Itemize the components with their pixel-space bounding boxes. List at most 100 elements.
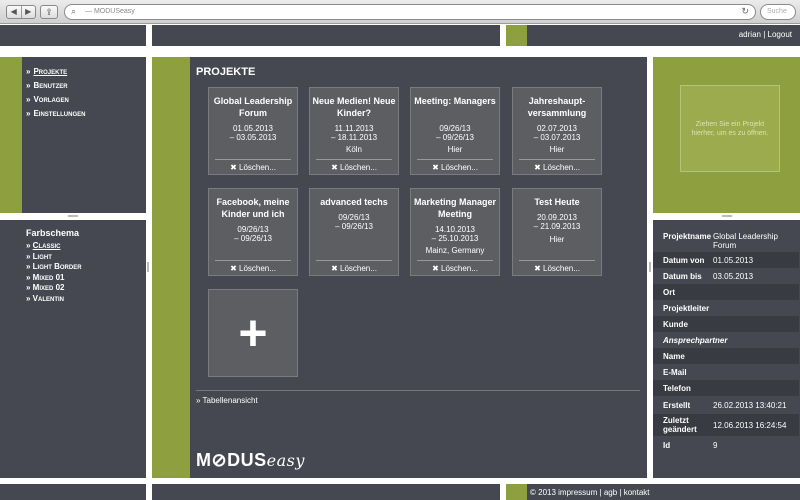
detail-row-name: Name [653,348,799,364]
center-accent-strip [152,57,190,478]
project-card[interactable]: Marketing Manager Meeting 14.10.2013 – 2… [410,188,500,276]
delete-project-button[interactable]: ✖ Löschen... [209,264,297,273]
project-title: Marketing Manager Meeting [413,197,497,219]
resize-handle-right[interactable] [649,262,651,272]
top-right-panel: adrian | Logout [527,25,800,46]
scheme-label: Valentin [32,293,65,303]
detail-row-ansprechpartner: Ansprechpartner [653,332,799,348]
address-bar[interactable]: ⌕ — MODUSeasy ↻ [64,4,756,20]
scheme-label: Light [32,251,52,261]
detail-value: 26.02.2013 13:40:21 [713,400,787,410]
menu-item-vorlagen[interactable]: » Vorlagen [26,93,85,107]
project-end-date: – 25.10.2013 [431,234,479,243]
resize-handle[interactable] [722,215,732,217]
project-end-date: – 03.05.2013 [229,133,277,142]
scheme-label: Classic [32,241,61,250]
project-card[interactable]: Meeting: Managers 09/26/13 – 09/26/13 Hi… [410,87,500,175]
project-location: Hier [549,145,565,154]
project-card[interactable]: Facebook, meine Kinder und ich 09/26/13 … [208,188,298,276]
detail-key: Zuletzt geändert [663,416,697,434]
bottom-center-panel [152,484,500,500]
add-project-button[interactable]: + [208,289,298,377]
main-menu: » Projekte » Benutzer » Vorlagen » Einstellu… [26,65,85,121]
kontakt-link[interactable]: kontakt [624,488,650,497]
project-card[interactable]: Neue Medien! Neue Kinder? 11.11.2013 – 1… [309,87,399,175]
user-separator: | [763,30,766,39]
menu-item-label: Benutzer [33,81,68,90]
resize-handle-left[interactable] [147,262,149,272]
project-title: Meeting: Managers [414,96,496,106]
delete-project-button[interactable]: ✖ Löschen... [513,163,601,172]
table-view-link[interactable]: » Tabellenansicht [196,396,258,405]
scheme-item-classic[interactable]: » Classic [26,241,82,252]
project-title: Facebook, meine Kinder und ich [216,197,290,219]
bottom-left-panel [0,484,146,500]
delete-project-button[interactable]: ✖ Löschen... [513,264,601,273]
footer-separator: | [619,488,622,497]
forward-icon[interactable]: ▶ [20,6,36,18]
menu-item-label: Projekte [33,67,68,76]
project-dropzone[interactable]: Ziehen Sie ein Projekt hierher, um es zu… [680,85,780,172]
project-end-date: – 09/26/13 [234,234,272,243]
scheme-item-mixed-02[interactable]: » Mixed 02 [26,283,82,294]
delete-project-button[interactable]: ✖ Löschen... [411,163,499,172]
project-title: Jahreshaupt-versammlung [527,96,587,118]
card-divider [215,159,291,160]
scheme-item-mixed-01[interactable]: » Mixed 01 [26,273,82,284]
delete-project-button[interactable]: ✖ Löschen... [310,264,398,273]
delete-project-button[interactable]: ✖ Löschen... [310,163,398,172]
project-card[interactable]: advanced techs 09/26/13 – 09/26/13 ✖ Lös… [309,188,399,276]
detail-key: Projektname [663,232,712,241]
back-icon[interactable]: ◀ [7,6,21,18]
delete-project-button[interactable]: ✖ Löschen... [411,264,499,273]
menu-item-benutzer[interactable]: » Benutzer [26,79,85,93]
project-end-date: – 21.09.2013 [533,222,581,231]
project-title: Neue Medien! Neue Kinder? [312,96,396,118]
scheme-item-light-border[interactable]: » Light Border [26,262,82,273]
nav-panel: » Projekte » Benutzer » Vorlagen » Einstellu… [22,57,146,213]
logout-link[interactable]: Logout [768,30,792,39]
detail-key: Projektleiter [663,303,710,313]
agb-link[interactable]: agb [604,488,617,497]
scheme-left-strip [0,220,22,478]
reload-icon[interactable]: ↻ [741,6,749,17]
project-card[interactable]: Global Leadership Forum 01.05.2013 – 03.… [208,87,298,175]
project-title: Global Leadership Forum [213,96,293,118]
detail-row-datum-bis: Datum bis 03.05.2013 [653,268,799,284]
scheme-item-valentin[interactable]: » Valentin [26,294,82,305]
scheme-list: » Classic » Light » Light Border » Mixed… [26,241,82,304]
impressum-link[interactable]: impressum [558,488,597,497]
footer-separator: | [599,488,602,497]
detail-key: Ansprechpartner [663,335,728,345]
delete-project-button[interactable]: ✖ Löschen... [209,163,297,172]
scheme-label: Light Border [32,262,82,271]
menu-item-einstellungen[interactable]: » Einstellungen [26,107,85,121]
menu-item-label: Einstellungen [33,109,86,118]
menu-item-projekte[interactable]: » Projekte [26,65,85,79]
project-card[interactable]: Jahreshaupt-versammlung 02.07.2013 – 03.… [512,87,602,175]
plus-icon: + [238,305,268,361]
bottom-accent-block [506,484,527,500]
modus-easy-logo: M⊘DUSeasy [196,450,305,471]
detail-row-erstellt: Erstellt 26.02.2013 13:40:21 [653,396,799,414]
detail-value: 01.05.2013 [713,255,754,265]
card-divider [519,159,595,160]
share-icon[interactable]: ⇪ [40,5,58,19]
browser-toolbar: ◀ ▶ ⇪ ⌕ — MODUSeasy ↻ Suche [0,0,800,24]
detail-key: Name [663,351,685,361]
resize-handle[interactable] [68,215,78,217]
card-divider [316,260,392,261]
detail-value: 03.05.2013 [713,271,754,281]
detail-key: Ort [663,287,675,297]
project-card[interactable]: Test Heute 20.09.2013 – 21.09.2013 Hier … [512,188,602,276]
project-location: Köln [345,145,362,154]
card-divider [417,159,493,160]
project-location: Mainz, Germany [425,246,485,255]
projects-panel: PROJEKTE Global Leadership Forum 01.05.2… [190,57,647,478]
logo-text-bold: M⊘DUS [196,450,267,470]
browser-search-input[interactable]: Suche [760,4,796,20]
scheme-item-light[interactable]: » Light [26,252,82,263]
detail-value: Global Leadership Forum [713,232,778,250]
footer: © 2013 impressum | agb | kontakt [530,488,650,497]
top-left-panel [0,25,146,46]
